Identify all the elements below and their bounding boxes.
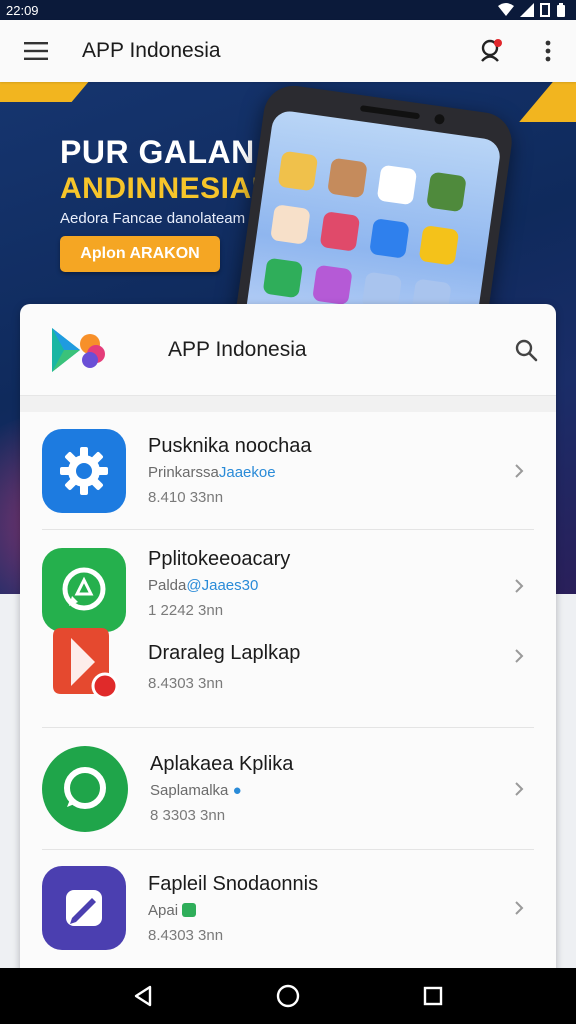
chat-bubble-icon	[42, 745, 128, 832]
pen-app-icon	[42, 866, 126, 950]
app-info: Draraleg Laplkap 8.4303 3nn	[148, 628, 504, 692]
hero-title-line1: PUR GALAN	[60, 134, 255, 170]
card-divider	[20, 396, 556, 412]
signal-icon	[520, 3, 534, 17]
app-size: 8.410 33nn	[148, 489, 224, 506]
card-header: APP Indonesia	[20, 304, 556, 396]
sim-icon	[540, 3, 550, 17]
app-developer: Apai	[148, 902, 504, 919]
hero-cta-button[interactable]: Aplon ARAKON	[60, 236, 220, 272]
app-list-item[interactable]: Aplakaea Kplika Saplamalka ● 8 3303 3nn	[42, 728, 534, 850]
mini-app-icon	[369, 218, 410, 259]
app-developer: PrinkarssaJaaekoe	[148, 464, 276, 481]
status-bar: 22:09	[0, 0, 576, 20]
app-info: Fapleil Snodaonnis Apai 8.4303 3nn	[148, 873, 504, 944]
app-bar: APP Indonesia	[0, 20, 576, 82]
app-list: Pusknika noochaa PrinkarssaJaaekoe 8.410…	[20, 412, 556, 966]
phone-speaker	[359, 105, 421, 120]
app-name: Fapleil Snodaonnis	[148, 872, 319, 895]
system-nav-bar	[0, 968, 576, 1024]
hero-subtitle: Aedora Fancae danolateam	[60, 210, 246, 227]
phone-app-grid	[262, 150, 481, 321]
app-title: APP Indonesia	[82, 39, 221, 62]
hamburger-menu-icon[interactable]	[0, 20, 72, 82]
app-info: Pplitokeeoacary Palda@Jaaes30 1 2242 3nn	[148, 548, 504, 619]
screen: 22:09 APP Indonesia PUR GALAN ANDINNESIA…	[0, 0, 576, 1024]
mini-app-icon	[319, 211, 361, 252]
chevron-right-icon	[504, 781, 534, 797]
app-list-item[interactable]: Pusknika noochaa PrinkarssaJaaekoe 8.410…	[42, 412, 534, 530]
more-options-icon[interactable]	[520, 20, 576, 82]
mini-app-icon	[262, 257, 304, 299]
home-icon[interactable]	[258, 968, 318, 1024]
app-developer: Saplamalka ●	[150, 782, 242, 799]
mini-app-icon	[327, 157, 368, 199]
app-size: 8.4303 3nn	[148, 926, 224, 944]
app-name: Pusknika noochaa	[148, 435, 312, 457]
app-list-item[interactable]: Fapleil Snodaonnis Apai 8.4303 3nn	[42, 850, 534, 966]
chevron-right-icon	[504, 463, 534, 479]
app-developer: Palda@Jaaes30	[148, 577, 259, 594]
chevron-right-icon	[504, 900, 534, 916]
settings-gear-icon	[42, 428, 126, 513]
recents-icon[interactable]	[403, 968, 463, 1024]
app-size: 1 2242 3nn	[148, 602, 224, 619]
hero-stripe	[519, 82, 576, 122]
search-icon[interactable]	[496, 338, 556, 362]
mini-app-icon	[270, 204, 311, 245]
phone-camera	[433, 113, 446, 125]
mini-app-icon	[376, 164, 418, 206]
mini-app-icon	[312, 264, 353, 306]
card-title: APP Indonesia	[168, 337, 307, 361]
app-name: Pplitokeeoacary	[148, 548, 291, 570]
back-icon[interactable]	[113, 968, 173, 1024]
play-store-logo-icon	[50, 326, 112, 374]
battery-icon	[557, 3, 565, 17]
hero-title-line2: ANDINNESIAR	[60, 172, 274, 205]
app-name: Draraleg Laplkap	[148, 642, 301, 664]
app-list-item[interactable]: Draraleg Laplkap 8.4303 3nn	[42, 628, 534, 728]
wifi-icon	[498, 3, 514, 16]
app-info: Pusknika noochaa PrinkarssaJaaekoe 8.410…	[148, 435, 504, 506]
app-list-item[interactable]: Pplitokeeoacary Palda@Jaaes30 1 2242 3nn	[42, 530, 534, 632]
mini-app-icon	[426, 171, 467, 213]
status-icons	[498, 3, 566, 17]
hero-stripe	[0, 82, 89, 102]
app-info: Aplakaea Kplika Saplamalka ● 8 3303 3nn	[150, 753, 504, 824]
mini-app-icon	[277, 150, 319, 192]
status-time: 22:09	[6, 2, 39, 18]
red-app-icon	[42, 620, 126, 704]
chevron-right-icon	[504, 628, 534, 664]
account-search-icon[interactable]	[464, 20, 520, 82]
app-list-card: APP Indonesia Pusknika noochaa Prinkarss…	[20, 304, 556, 1024]
app-size: 8.4303 3nn	[148, 675, 224, 692]
mini-app-icon	[418, 225, 460, 266]
app-name: Aplakaea Kplika	[150, 753, 294, 775]
app-size: 8 3303 3nn	[150, 807, 226, 824]
chevron-right-icon	[504, 548, 534, 594]
